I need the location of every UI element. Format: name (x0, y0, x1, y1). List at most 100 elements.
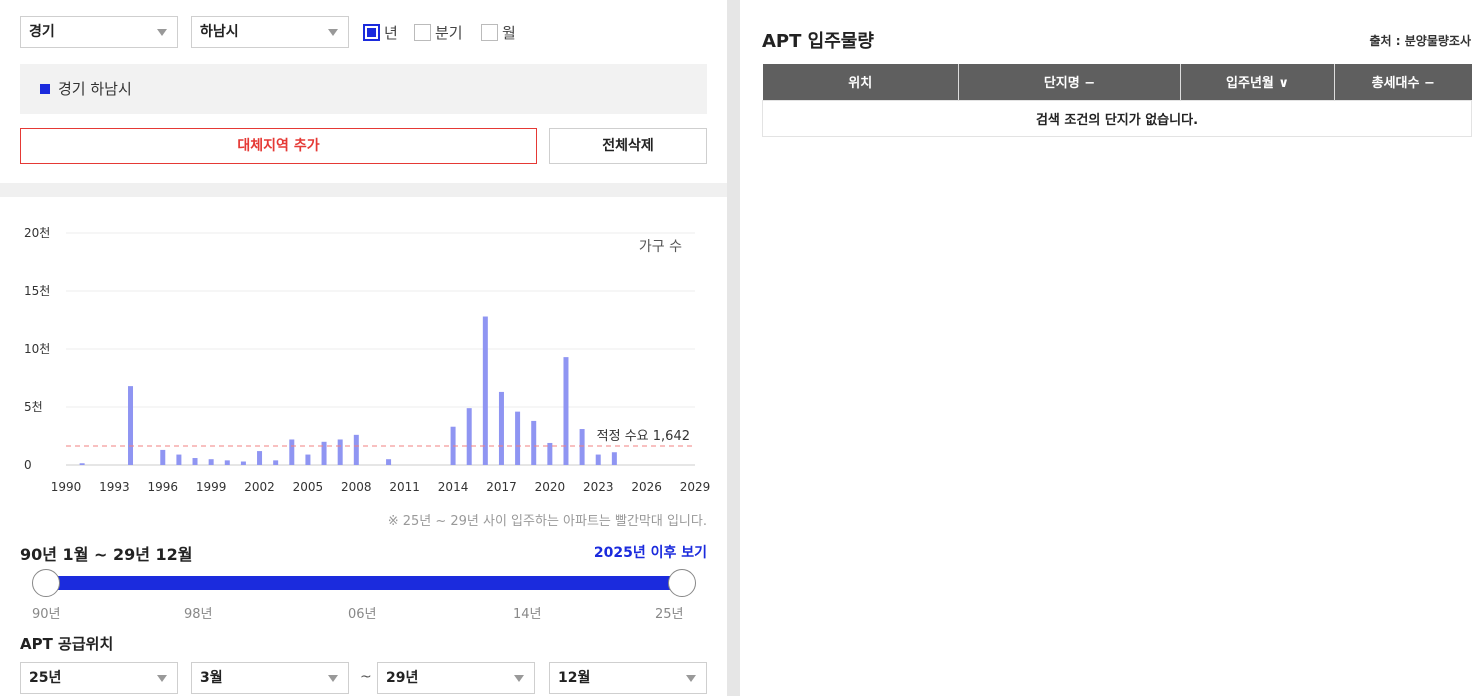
selected-region: 경기 하남시 (20, 64, 707, 114)
to-month-value: 12월 (558, 670, 591, 686)
city-select[interactable]: 하남시 (191, 16, 349, 48)
supply-location-title: APT 공급위치 (20, 635, 114, 653)
period-quarter-label: 분기 (435, 24, 463, 42)
range-tick: 06년 (348, 607, 377, 622)
x-tick-label: 1990 (51, 480, 82, 494)
delete-all-button[interactable]: 전체삭제 (549, 128, 707, 164)
x-tick-label: 2011 (389, 480, 420, 494)
range-separator: ~ (360, 669, 372, 685)
y-tick-label: 15천 (24, 283, 50, 298)
bar (240, 461, 246, 465)
bar (563, 357, 569, 465)
to-year-value: 29년 (386, 670, 419, 686)
chevron-down-icon (514, 675, 524, 682)
bar (482, 316, 488, 465)
province-value: 경기 (29, 24, 55, 40)
range-slider-start-handle[interactable] (32, 569, 60, 597)
period-year-checkbox[interactable]: 년 (363, 22, 398, 43)
range-title: 90년 1월 ~ 29년 12월 (20, 545, 193, 564)
x-tick-label: 2017 (486, 480, 517, 494)
y-tick-label: 0 (24, 458, 32, 472)
city-value: 하남시 (200, 24, 239, 40)
bar (192, 458, 198, 465)
bar (176, 454, 182, 465)
x-tick-label: 2002 (244, 480, 275, 494)
source-label: 출처 : 분양물량조사 (1369, 34, 1471, 48)
table-row: 검색 조건의 단지가 없습니다. (762, 99, 1472, 137)
bar (208, 459, 214, 465)
x-tick-label: 2005 (293, 480, 324, 494)
legend-square-icon (40, 84, 50, 94)
range-slider-end-handle[interactable] (668, 569, 696, 597)
bar (128, 386, 134, 465)
y-tick-label: 10천 (24, 341, 50, 356)
to-year-select[interactable]: 29년 (377, 662, 535, 694)
empty-message: 검색 조건의 단지가 없습니다. (762, 99, 1472, 137)
bar (273, 460, 279, 465)
supply-bar-chart: 0 5천 10천 15천 20천 1990 1993 1996 1999 2002 2005 2008… (24, 225, 711, 494)
period-month-checkbox[interactable]: 월 (481, 22, 516, 43)
demand-label: 적정 수요 1,642 (597, 429, 690, 444)
from-year-select[interactable]: 25년 (20, 662, 178, 694)
bar (579, 429, 585, 465)
bar (337, 439, 343, 465)
bar (498, 391, 504, 465)
bar (531, 420, 537, 465)
range-slider-track[interactable] (46, 576, 682, 590)
column-complex-name[interactable]: 단지명 − (958, 64, 1181, 100)
from-year-value: 25년 (29, 670, 62, 686)
right-panel: APT 입주물량 출처 : 분양물량조사 위치 단지명 − 입주년월 ∨ 총세대… (740, 0, 1481, 696)
bar (321, 441, 327, 465)
checkbox-icon (414, 24, 431, 41)
bar (466, 408, 472, 465)
x-tick-label: 2026 (631, 480, 662, 494)
period-quarter-checkbox[interactable]: 분기 (414, 22, 463, 43)
left-panel: 경기 하남시 년 분기 월 경기 하남시 대체지역 추가 전체삭제 0 5천 10천… (0, 0, 727, 696)
bar (224, 460, 230, 465)
bar (515, 411, 521, 465)
chevron-down-icon (328, 29, 338, 36)
bar (611, 452, 617, 465)
x-tick-label: 1999 (196, 480, 227, 494)
bar (289, 439, 295, 465)
chevron-down-icon (157, 675, 167, 682)
y-tick-label: 20천 (24, 225, 50, 240)
range-tick: 90년 (32, 607, 61, 622)
from-month-select[interactable]: 3월 (191, 662, 349, 694)
x-tick-label: 2029 (680, 480, 711, 494)
from-month-value: 3월 (200, 670, 223, 686)
bar (305, 454, 311, 465)
add-region-button[interactable]: 대체지역 추가 (20, 128, 537, 164)
x-tick-label: 2008 (341, 480, 372, 494)
view-after-2025-link[interactable]: 2025년 이후 보기 (594, 542, 707, 562)
province-select[interactable]: 경기 (20, 16, 178, 48)
x-tick-label: 2023 (583, 480, 614, 494)
column-move-in-date[interactable]: 입주년월 ∨ (1180, 64, 1335, 100)
bar (79, 463, 85, 465)
divider (0, 183, 727, 197)
range-tick: 14년 (513, 607, 542, 622)
period-year-label: 년 (384, 24, 398, 42)
x-tick-label: 2014 (438, 480, 469, 494)
checkbox-icon (481, 24, 498, 41)
to-month-select[interactable]: 12월 (549, 662, 707, 694)
column-total-units[interactable]: 총세대수 − (1334, 64, 1472, 100)
column-location[interactable]: 위치 (762, 64, 959, 100)
bar (386, 459, 392, 465)
bar (595, 454, 601, 465)
range-tick: 25년 (655, 607, 684, 622)
y-tick-label: 5천 (24, 399, 43, 414)
chart-note: ※ 25년 ~ 29년 사이 입주하는 아파트는 빨간막대 입니다. (387, 514, 707, 529)
supply-table: 위치 단지명 − 입주년월 ∨ 총세대수 − 검색 조건의 단지가 없습니다. (762, 64, 1472, 137)
checkbox-checked-icon (363, 24, 380, 41)
chevron-down-icon (328, 675, 338, 682)
chevron-down-icon (157, 29, 167, 36)
x-tick-label: 1993 (99, 480, 130, 494)
region-label: 경기 하남시 (58, 80, 132, 98)
x-tick-label: 1996 (147, 480, 178, 494)
period-month-label: 월 (502, 24, 516, 42)
panel-title: APT 입주물량 (762, 31, 874, 52)
chevron-down-icon (686, 675, 696, 682)
unit-label: 가구 수 (639, 239, 682, 255)
x-tick-label: 2020 (535, 480, 566, 494)
